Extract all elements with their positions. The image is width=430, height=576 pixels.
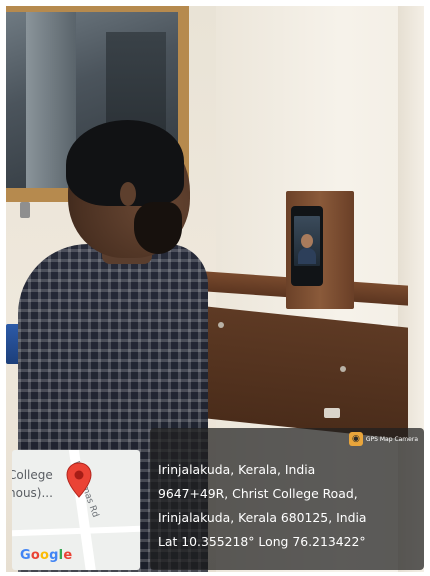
map-thumbnail: College hous)... Fr Dismas Rd Google [12, 450, 140, 570]
gps-map-camera-badge: ◉ GPS Map Camera [348, 432, 418, 446]
face-recognition-device [291, 206, 323, 286]
location-address-line-2: Irinjalakuda, Kerala 680125, India [158, 510, 367, 525]
device-body-preview [298, 248, 316, 264]
person-ear [120, 182, 136, 206]
map-place-label-2: hous)... [12, 486, 53, 500]
location-place: Irinjalakuda, Kerala, India [158, 462, 316, 477]
location-address-line-1: 9647+49R, Christ College Road, [158, 486, 358, 501]
map-camera-icon: ◉ [348, 432, 363, 446]
mirror-bracket [20, 202, 30, 218]
gps-overlay: College hous)... Fr Dismas Rd Google ◉ G… [12, 428, 424, 570]
map-pin-icon [66, 462, 92, 498]
map-road [12, 525, 140, 537]
person-beard [134, 202, 182, 254]
device-screen [294, 216, 320, 266]
location-coordinates: Lat 10.355218° Long 76.213422° [158, 534, 366, 549]
map-place-label: College [12, 468, 53, 482]
device-face-preview [301, 234, 313, 248]
google-logo-letter: o [40, 548, 50, 563]
google-logo: Google [20, 548, 72, 563]
google-logo-letter: o [30, 548, 41, 563]
google-logo-letter: G [20, 548, 31, 563]
google-logo-letter: g [49, 548, 59, 563]
location-text: Irinjalakuda, Kerala, India 9647+49R, Ch… [158, 458, 420, 554]
shelf-knob [340, 366, 346, 372]
gps-map-camera-label: GPS Map Camera [365, 435, 418, 443]
google-logo-letter: e [63, 548, 73, 563]
wall-socket [324, 408, 340, 418]
shelf-front [202, 306, 408, 440]
shelf-knob [218, 322, 224, 328]
location-panel: ◉ GPS Map Camera Irinjalakuda, Kerala, I… [150, 428, 424, 570]
